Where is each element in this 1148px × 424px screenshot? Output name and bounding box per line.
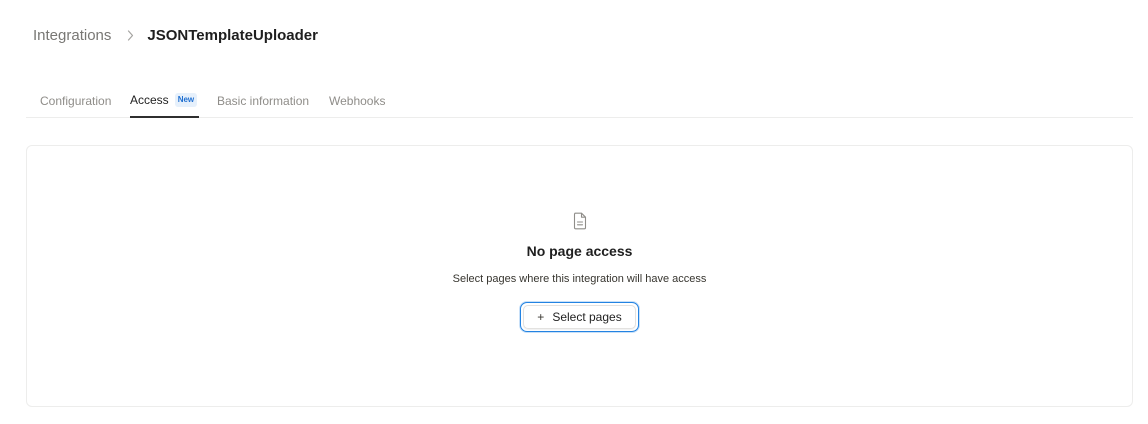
tab-label: Basic information <box>217 94 310 108</box>
select-pages-button[interactable]: + Select pages <box>520 302 639 332</box>
document-icon <box>572 212 588 230</box>
new-badge: New <box>174 93 198 107</box>
select-pages-label: Select pages <box>552 310 622 324</box>
tab-basic-information[interactable]: Basic information <box>217 84 309 118</box>
tab-configuration[interactable]: Configuration <box>40 84 111 118</box>
tab-access[interactable]: Access New <box>130 84 200 118</box>
plus-icon: + <box>537 310 545 324</box>
empty-state-description: Select pages where this integration will… <box>452 273 707 285</box>
select-pages-button-inner: + Select pages <box>523 305 636 329</box>
breadcrumb: Integrations JSONTemplateUploader <box>33 24 318 46</box>
empty-state: No page access Select pages where this i… <box>27 212 1132 332</box>
breadcrumb-current-page: JSONTemplateUploader <box>147 26 318 44</box>
tab-label: Access <box>130 93 169 107</box>
chevron-right-icon <box>124 29 136 41</box>
tab-label: Configuration <box>40 94 112 108</box>
tab-bar: Configuration Access New Basic informati… <box>26 84 1133 118</box>
empty-state-title: No page access <box>526 243 633 259</box>
breadcrumb-integrations-link[interactable]: Integrations <box>33 27 111 44</box>
tab-label: Webhooks <box>329 94 386 108</box>
page-access-card: No page access Select pages where this i… <box>26 145 1133 407</box>
tab-webhooks[interactable]: Webhooks <box>329 84 385 118</box>
